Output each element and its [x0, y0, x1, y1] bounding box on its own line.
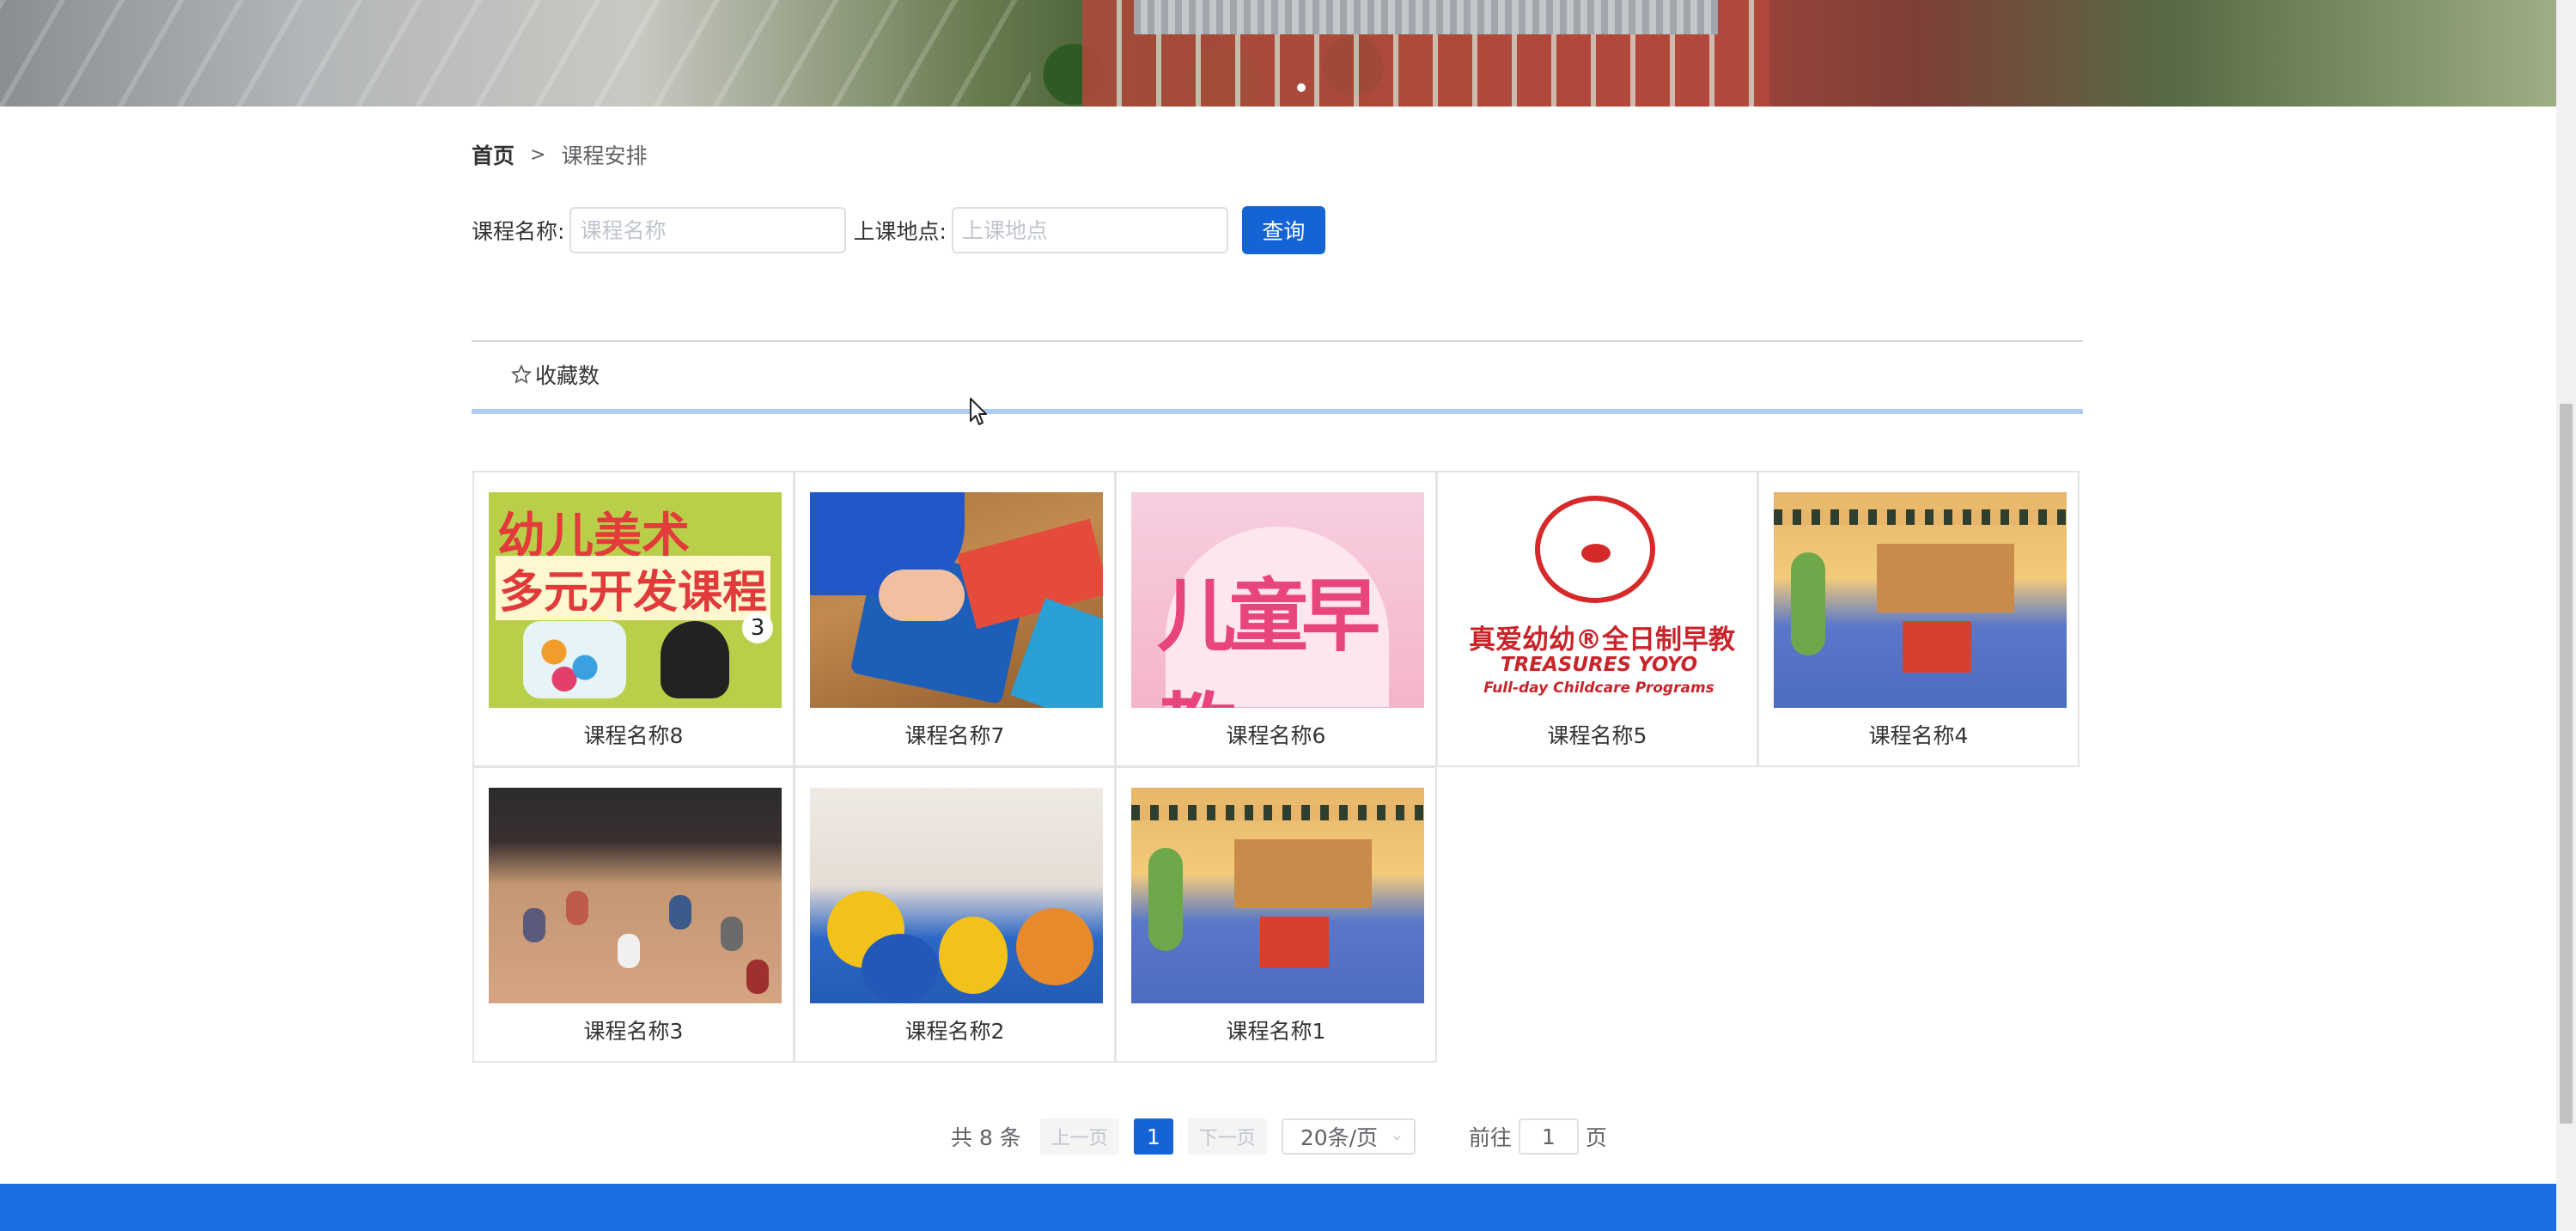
image-roll-graphic — [1016, 908, 1093, 985]
image-caption: 3 — [742, 612, 773, 643]
course-image[interactable] — [810, 492, 1103, 708]
image-person-graphic — [721, 917, 743, 951]
next-page-button[interactable]: 下一页 — [1187, 1118, 1267, 1155]
image-caption: 多元开发课程 — [496, 556, 771, 620]
sort-bar: 收藏数 — [472, 340, 2083, 414]
image-steps-graphic — [1260, 917, 1329, 968]
course-name[interactable]: 课程名称6 — [1117, 719, 1435, 750]
image-steps-graphic — [1903, 621, 1971, 673]
image-person-graphic — [523, 908, 545, 942]
location-label: 上课地点: — [853, 219, 947, 244]
image-roll-graphic — [862, 934, 939, 1002]
goto-page-input[interactable] — [1518, 1118, 1579, 1155]
banner-road-graphic — [0, 0, 1031, 107]
course-image[interactable]: 真爱幼幼®全日制早教 TREASURES YOYO Full-day Child… — [1452, 492, 1745, 708]
page-number-current[interactable]: 1 — [1133, 1118, 1173, 1155]
course-card[interactable]: 课程名称4 — [1757, 471, 2080, 767]
footer-bar — [0, 1184, 2556, 1231]
breadcrumb-separator: > — [530, 143, 546, 166]
image-caption: Full-day Childcare Programs — [1483, 679, 1714, 697]
image-caption: 儿童早教 — [1157, 570, 1380, 708]
image-shelf-graphic — [1877, 544, 2014, 612]
page-size-select[interactable]: 20条/页 ⌄ — [1281, 1118, 1416, 1155]
pagination-total: 共 8 条 — [951, 1125, 1021, 1150]
image-flags-graphic — [1774, 509, 2067, 525]
course-image[interactable] — [1774, 492, 2067, 708]
location-input[interactable] — [951, 207, 1228, 253]
course-name[interactable]: 课程名称2 — [795, 1015, 1114, 1045]
image-jar-graphic — [523, 621, 626, 698]
image-person-graphic — [746, 960, 769, 994]
image-caption: TREASURES YOYO — [1500, 654, 1698, 676]
course-card[interactable]: 幼儿美术 多元开发课程 3 课程名称8 — [472, 471, 795, 767]
image-roll-graphic — [939, 917, 1008, 994]
course-card[interactable]: 课程名称1 — [1115, 766, 1437, 1063]
hero-banner — [0, 0, 2556, 107]
course-image[interactable] — [810, 788, 1103, 1003]
sort-by-favorites[interactable]: 收藏数 — [511, 359, 600, 390]
course-card[interactable]: 课程名称7 — [794, 471, 1116, 767]
image-person-graphic — [669, 895, 691, 929]
page-scrollbar[interactable] — [2556, 0, 2576, 1231]
prev-page-button[interactable]: 上一页 — [1039, 1118, 1119, 1155]
goto-prefix: 前往 — [1468, 1125, 1512, 1150]
search-form: 课程名称: 上课地点: 查询 — [472, 206, 1325, 254]
breadcrumb-home-link[interactable]: 首页 — [472, 139, 515, 170]
star-outline-icon — [511, 364, 532, 384]
image-penguin-graphic — [661, 621, 729, 698]
course-card[interactable]: 课程名称3 — [472, 766, 795, 1063]
course-card[interactable]: 真爱幼幼®全日制早教 TREASURES YOYO Full-day Child… — [1436, 471, 1758, 767]
image-person-graphic — [566, 891, 588, 925]
carousel-indicator-dot[interactable] — [1297, 83, 1306, 92]
image-caption: 真爱幼幼®全日制早教 — [1469, 625, 1735, 655]
scrollbar-thumb[interactable] — [2560, 404, 2573, 1124]
course-name[interactable]: 课程名称7 — [795, 719, 1114, 750]
course-image[interactable] — [1131, 788, 1424, 1003]
image-tree-graphic — [1148, 848, 1183, 951]
course-image[interactable]: 儿童早教 — [1131, 492, 1424, 708]
course-name[interactable]: 课程名称5 — [1438, 719, 1757, 750]
course-name-label: 课程名称: — [472, 219, 565, 244]
course-name[interactable]: 课程名称1 — [1117, 1015, 1435, 1045]
course-image[interactable]: 幼儿美术 多元开发课程 3 — [489, 492, 782, 708]
pagination: 共 8 条 上一页 1 下一页 20条/页 ⌄ 前往 页 — [951, 1117, 1607, 1156]
goto-suffix: 页 — [1585, 1125, 1607, 1150]
mascot-nose-graphic — [1581, 544, 1611, 563]
page-size-value: 20条/页 — [1300, 1125, 1379, 1150]
banner-roof-graphic — [1134, 0, 1718, 34]
course-card[interactable]: 课程名称2 — [794, 766, 1116, 1063]
breadcrumb: 首页 > 课程安排 — [472, 139, 647, 170]
image-shelf-graphic — [1234, 839, 1372, 908]
course-name[interactable]: 课程名称8 — [474, 719, 793, 750]
course-image[interactable] — [489, 788, 782, 1003]
query-button[interactable]: 查询 — [1241, 206, 1325, 254]
image-person-graphic — [618, 934, 640, 968]
course-name[interactable]: 课程名称3 — [474, 1015, 793, 1045]
course-name[interactable]: 课程名称4 — [1759, 719, 2078, 750]
sort-favorites-label: 收藏数 — [535, 363, 600, 388]
breadcrumb-current: 课程安排 — [561, 143, 648, 168]
course-name-input[interactable] — [569, 207, 847, 253]
course-card[interactable]: 儿童早教 课程名称6 — [1115, 471, 1437, 767]
image-flags-graphic — [1131, 805, 1424, 820]
image-hand-graphic — [879, 570, 965, 621]
chevron-down-icon: ⌄ — [1390, 1126, 1404, 1144]
goto-page: 前往 页 — [1469, 1118, 1607, 1155]
mouse-cursor-icon — [970, 398, 987, 425]
image-tree-graphic — [1791, 552, 1825, 655]
